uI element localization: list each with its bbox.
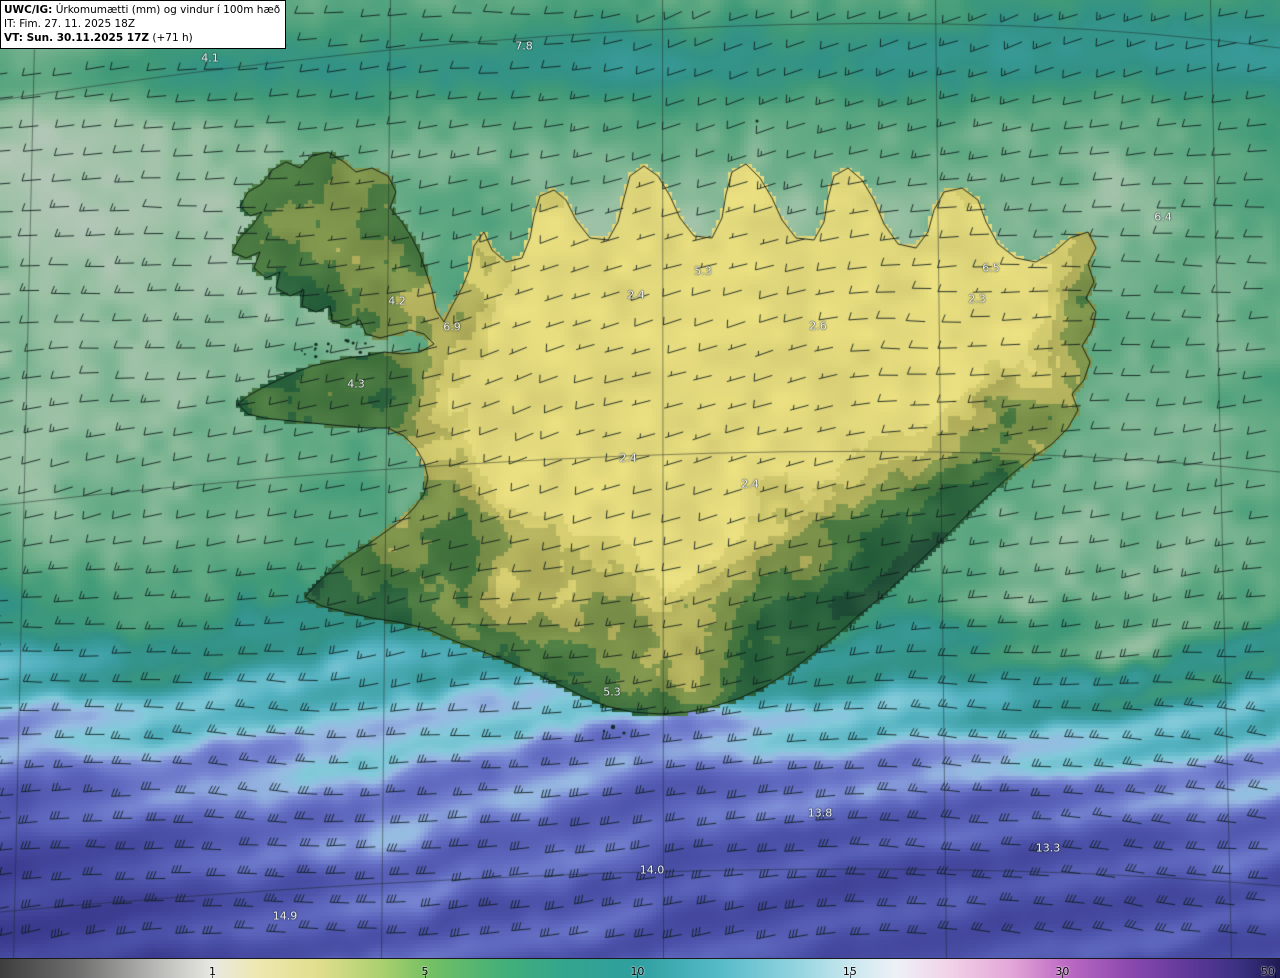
colorbar-tick-label: 1 <box>208 965 216 978</box>
colorbar-tick <box>1274 972 1276 978</box>
map-title: Úrkomumætti (mm) og vindur í 100m hæð <box>52 4 281 16</box>
colorbar-label-layer: 1 5 10 15 30 50 <box>0 959 1280 978</box>
colorbar-tick-label: 5 <box>421 965 429 978</box>
model-id-label: UWC/IG: <box>4 4 53 16</box>
precipitation-wind-map-canvas <box>0 0 1280 958</box>
colorbar-tick-label: 15 <box>842 965 857 978</box>
forecast-header-box: UWC/IG: Úrkomumætti (mm) og vindur í 100… <box>0 0 287 49</box>
map-area: 4.1 7.8 6.4 6.5 5.3 2.4 2.3 4.2 2.6 6.9 4.3 2.4 2.4 5… <box>0 0 1280 958</box>
weather-map-app: 4.1 7.8 6.4 6.5 5.3 2.4 2.3 4.2 2.6 6.9 4.3 2.4 2.4 5… <box>0 0 1280 978</box>
colorbar-tick-label: 50 <box>1260 965 1275 978</box>
init-time-label: IT: <box>4 18 16 30</box>
header-valid-line: VT: Sun. 30.11.2025 17Z (+71 h) <box>4 31 280 45</box>
header-title-line: UWC/IG: Úrkomumætti (mm) og vindur í 100… <box>4 3 280 17</box>
colorbar-tick-label: 30 <box>1055 965 1070 978</box>
colorbar-tick-label: 10 <box>630 965 645 978</box>
forecast-lead-hours: (+71 h) <box>149 32 193 44</box>
precipitation-colorbar: 1 5 10 15 30 50 <box>0 958 1280 978</box>
init-time-value: Fim. 27. 11. 2025 18Z <box>15 18 136 30</box>
valid-time-value: VT: Sun. 30.11.2025 17Z <box>4 32 150 44</box>
header-init-line: IT: Fim. 27. 11. 2025 18Z <box>4 17 280 31</box>
